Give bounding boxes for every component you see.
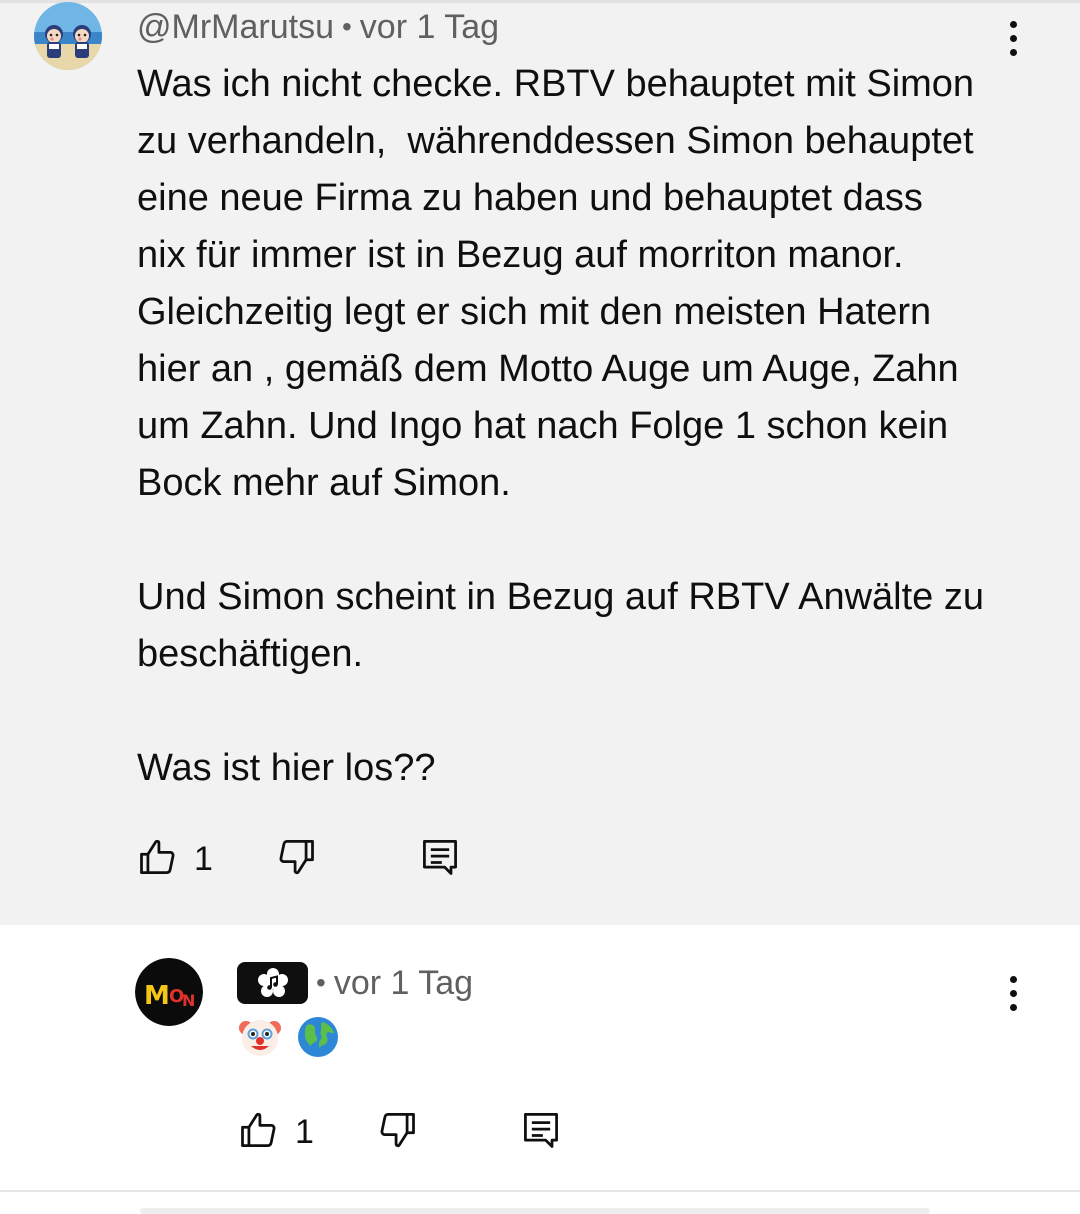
- reply-button[interactable]: [418, 835, 462, 884]
- reply-button[interactable]: [519, 1108, 563, 1157]
- separator-dot: •: [316, 967, 326, 998]
- globe-emoji: [295, 1014, 341, 1065]
- author-name[interactable]: @MrMarutsu: [137, 8, 334, 47]
- comment-text: Was ich nicht checke. RBTV behauptet mit…: [137, 63, 985, 789]
- reply-text: [237, 1016, 341, 1062]
- like-button[interactable]: 1: [237, 1108, 375, 1157]
- separator-dot: •: [341, 11, 352, 42]
- more-vertical-icon[interactable]: [1001, 971, 1025, 1015]
- reply-actions: 1: [237, 1107, 563, 1157]
- avatar[interactable]: [34, 2, 102, 70]
- music-flower-badge-icon[interactable]: [237, 962, 308, 1004]
- more-vertical-icon[interactable]: [1001, 16, 1025, 60]
- svg-text:M: M: [144, 981, 170, 1011]
- comment-reply-icon: [418, 835, 462, 884]
- reply-meta: • vor 1 Tag: [237, 960, 473, 1006]
- bottom-divider: [0, 1190, 1080, 1192]
- dislike-button[interactable]: [375, 1108, 419, 1157]
- reply-timestamp[interactable]: vor 1 Tag: [334, 964, 473, 1003]
- thumbs-up-icon: [136, 835, 180, 884]
- reply-avatar[interactable]: M O N: [135, 958, 203, 1026]
- clown-face-emoji: [237, 1014, 283, 1065]
- like-count: 1: [295, 1112, 314, 1151]
- comment-meta: @MrMarutsu • vor 1 Tag: [137, 4, 499, 50]
- thumbs-up-icon: [237, 1108, 281, 1157]
- like-button[interactable]: 1: [136, 835, 274, 884]
- timestamp[interactable]: vor 1 Tag: [360, 8, 499, 47]
- comment-actions: 1: [136, 834, 462, 884]
- thumbs-down-icon: [274, 835, 318, 884]
- thumbs-down-icon: [375, 1108, 419, 1157]
- svg-text:N: N: [182, 991, 195, 1010]
- comment-reply-icon: [519, 1108, 563, 1157]
- like-count: 1: [194, 839, 213, 878]
- dislike-button[interactable]: [274, 835, 318, 884]
- next-comment-edge: [140, 1208, 930, 1214]
